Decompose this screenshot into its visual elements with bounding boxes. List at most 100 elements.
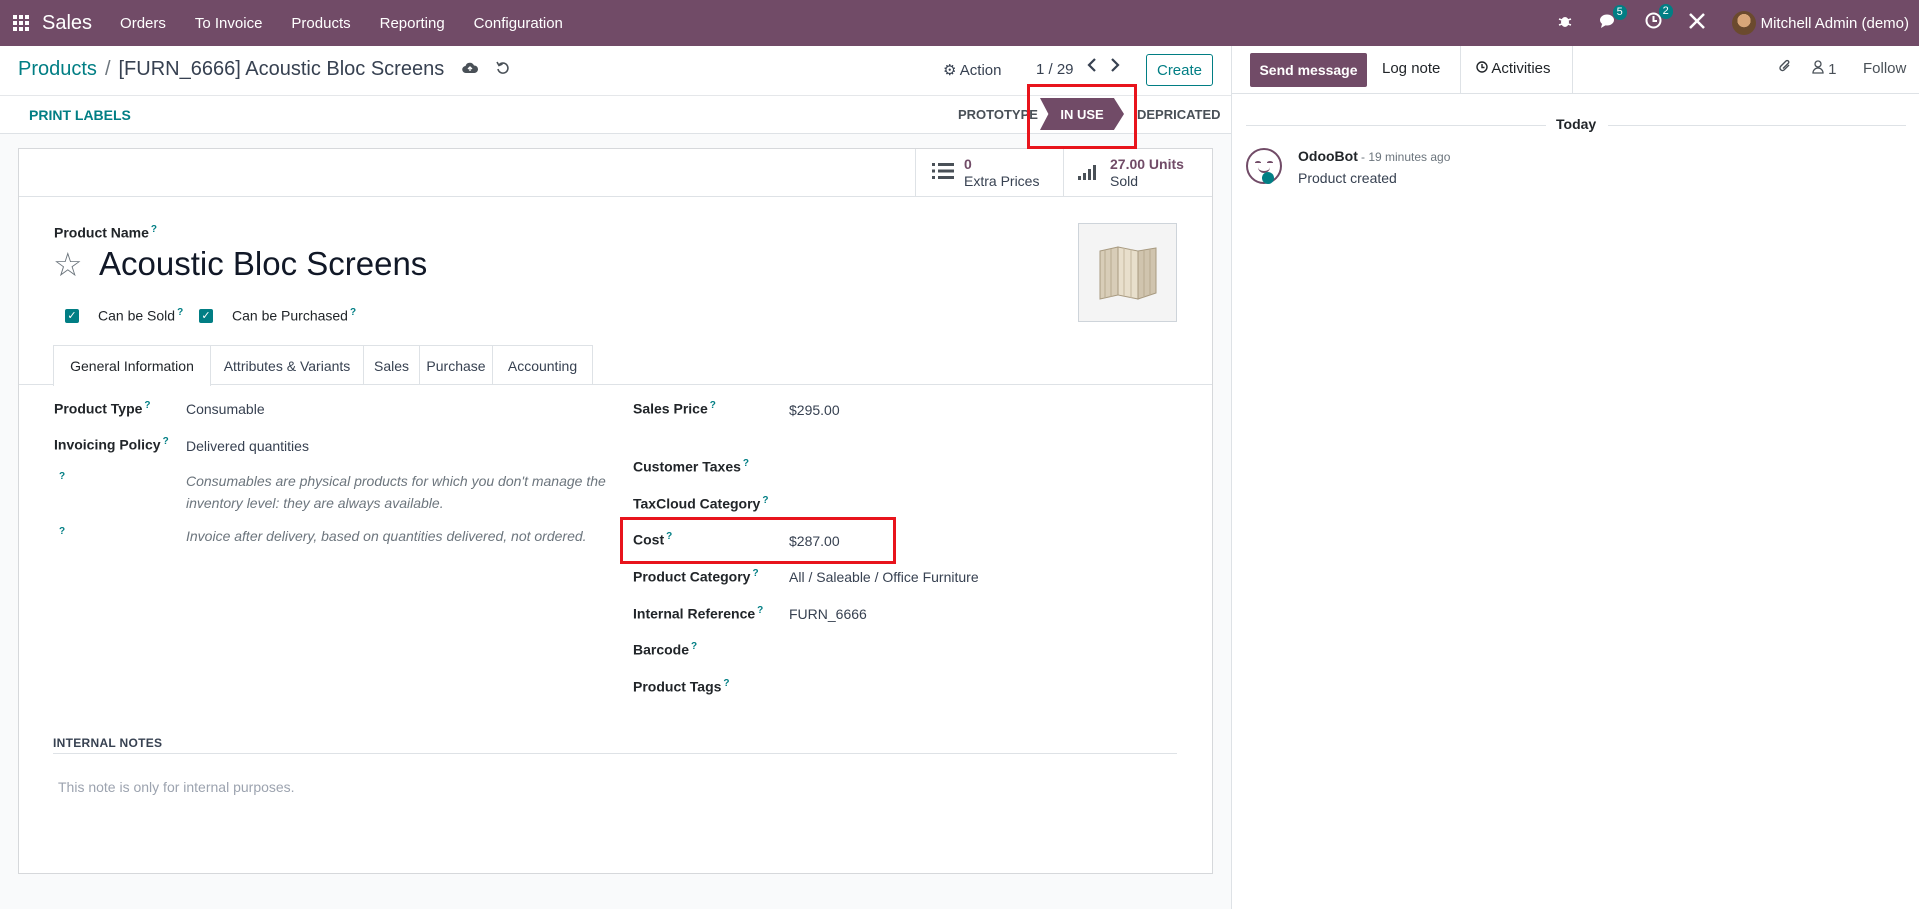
product-type-help-text: Consumables are physical products for wh…	[186, 473, 606, 511]
can-be-purchased-text: Can be Purchased	[232, 307, 348, 324]
help-icon[interactable]: ?	[762, 495, 768, 506]
internal-notes-field[interactable]: This note is only for internal purposes.	[58, 779, 295, 795]
product-tags-label: Product Tags?	[633, 678, 730, 695]
help-icon[interactable]: ?	[151, 224, 157, 235]
today-divider-left	[1246, 125, 1546, 126]
internal-reference-label: Internal Reference?	[633, 605, 763, 622]
discard-undo-icon[interactable]	[496, 61, 510, 79]
user-avatar[interactable]	[1731, 11, 1756, 35]
chat-bubbles-icon[interactable]: 5	[1599, 4, 1627, 34]
action-menu-button[interactable]: ⚙ Action	[943, 61, 1002, 79]
tab-attributes-variants[interactable]: Attributes & Variants	[211, 345, 364, 385]
help-icon[interactable]: ?	[743, 458, 749, 469]
can-be-purchased-label: Can be Purchased?	[232, 307, 356, 324]
sales-price-field[interactable]: $295.00	[789, 402, 840, 418]
control-panel: Products / [FURN_6666] Acoustic Bloc Scr…	[0, 46, 1231, 96]
list-icon	[932, 160, 954, 186]
barcode-label-text: Barcode	[633, 641, 690, 658]
activities-count-badge: 2	[1658, 4, 1673, 19]
star-icon[interactable]: ☆	[53, 245, 83, 284]
stage-in-use[interactable]: IN USE	[1040, 98, 1124, 130]
help-icon[interactable]: ?	[691, 641, 697, 652]
help-icon[interactable]: ?	[752, 568, 758, 579]
extra-prices-button[interactable]: 0 Extra Prices	[915, 149, 1063, 197]
barcode-label: Barcode?	[633, 641, 697, 658]
help-icon[interactable]: ?	[723, 678, 729, 689]
product-category-field[interactable]: All / Saleable / Office Furniture	[789, 569, 979, 585]
apps-grid-icon[interactable]	[0, 0, 42, 46]
message-author[interactable]: OdooBot	[1298, 148, 1358, 164]
stage-prototype[interactable]: PROTOTYPE	[958, 107, 1038, 122]
app-name[interactable]: Sales	[42, 12, 92, 35]
today-separator: Today	[1556, 116, 1597, 132]
sales-price-label: Sales Price?	[633, 400, 716, 417]
heart-icon	[1262, 172, 1274, 184]
customer-taxes-label-text: Customer Taxes	[633, 458, 741, 475]
tab-purchase[interactable]: Purchase	[420, 345, 493, 385]
menu-reporting[interactable]: Reporting	[380, 15, 445, 32]
internal-notes-divider	[53, 753, 1177, 754]
chatter-divider	[1572, 46, 1573, 94]
help-icon[interactable]: ?	[177, 307, 183, 318]
menu-to-invoice[interactable]: To Invoice	[195, 15, 263, 32]
message-body: Product created	[1298, 170, 1397, 186]
internal-reference-field[interactable]: FURN_6666	[789, 606, 867, 622]
print-labels-button[interactable]: PRINT LABELS	[29, 107, 131, 123]
log-note-button[interactable]: Log note	[1382, 60, 1440, 77]
extra-prices-value: 0	[964, 156, 972, 172]
pager-next-icon[interactable]	[1110, 58, 1120, 77]
pager-value[interactable]: 1 / 29	[1036, 61, 1074, 78]
bug-icon[interactable]	[1557, 13, 1573, 34]
chatter-panel: Send message Log note Activities 1 Follo…	[1231, 46, 1919, 909]
help-icon[interactable]: ?	[350, 307, 356, 318]
can-be-sold-checkbox[interactable]: ✓	[65, 309, 79, 323]
breadcrumb-separator: /	[104, 58, 111, 80]
send-message-button[interactable]: Send message	[1250, 53, 1367, 87]
product-type-label-text: Product Type	[54, 400, 143, 417]
menu-products[interactable]: Products	[291, 15, 350, 32]
help-icon[interactable]: ?	[163, 436, 169, 447]
product-image[interactable]	[1078, 223, 1177, 322]
help-icon[interactable]: ?	[144, 400, 150, 411]
clock-icon[interactable]: 2	[1645, 4, 1673, 34]
invoicing-policy-help-text: Invoice after delivery, based on quantit…	[186, 528, 587, 544]
invoicing-policy-field[interactable]: Delivered quantities	[186, 438, 309, 454]
stage-depricated[interactable]: DEPRICATED	[1137, 107, 1221, 122]
help-icon[interactable]: ?	[666, 531, 672, 542]
chatter-toolbar: Send message Log note Activities 1 Follo…	[1232, 46, 1919, 94]
pager-previous-icon[interactable]	[1087, 58, 1097, 77]
user-name[interactable]: Mitchell Admin (demo)	[1761, 15, 1909, 32]
followers-button[interactable]: 1	[1812, 60, 1837, 78]
product-name-label-text: Product Name	[54, 224, 149, 241]
paperclip-icon[interactable]	[1778, 58, 1792, 79]
can-be-purchased-checkbox[interactable]: ✓	[199, 309, 213, 323]
can-be-sold-label: Can be Sold?	[98, 307, 183, 324]
help-icon[interactable]: ?	[757, 605, 763, 616]
activities-button[interactable]: Activities	[1476, 60, 1551, 77]
sold-label: Sold	[1110, 173, 1139, 189]
signal-bars-icon	[1078, 160, 1100, 186]
product-type-field[interactable]: Consumable	[186, 401, 265, 417]
form-tabs: General Information Attributes & Variant…	[19, 345, 1212, 386]
tab-sales[interactable]: Sales	[364, 345, 420, 385]
tab-accounting[interactable]: Accounting	[493, 345, 593, 385]
menu-orders[interactable]: Orders	[120, 15, 166, 32]
breadcrumb-products-link[interactable]: Products	[18, 58, 97, 81]
product-category-label: Product Category?	[633, 568, 759, 585]
create-button[interactable]: Create	[1146, 54, 1213, 86]
status-row: PRINT LABELS PROTOTYPE IN USE DEPRICATED	[0, 96, 1231, 134]
follow-button[interactable]: Follow	[1863, 60, 1906, 77]
menu-configuration[interactable]: Configuration	[474, 15, 563, 32]
help-icon[interactable]: ?	[59, 471, 65, 482]
help-icon[interactable]: ?	[710, 400, 716, 411]
sales-price-label-text: Sales Price	[633, 400, 708, 417]
cloud-save-icon[interactable]	[462, 61, 479, 78]
tab-general-information[interactable]: General Information	[53, 345, 211, 386]
help-icon[interactable]: ?	[59, 526, 65, 537]
internal-notes-label: INTERNAL NOTES	[53, 736, 163, 750]
tools-icon[interactable]	[1688, 12, 1706, 35]
acoustic-screen-image	[1099, 245, 1156, 300]
cost-field[interactable]: $287.00	[789, 533, 840, 549]
product-name-field[interactable]: Acoustic Bloc Screens	[99, 245, 427, 283]
sold-button[interactable]: 27.00 Units Sold	[1063, 149, 1212, 197]
